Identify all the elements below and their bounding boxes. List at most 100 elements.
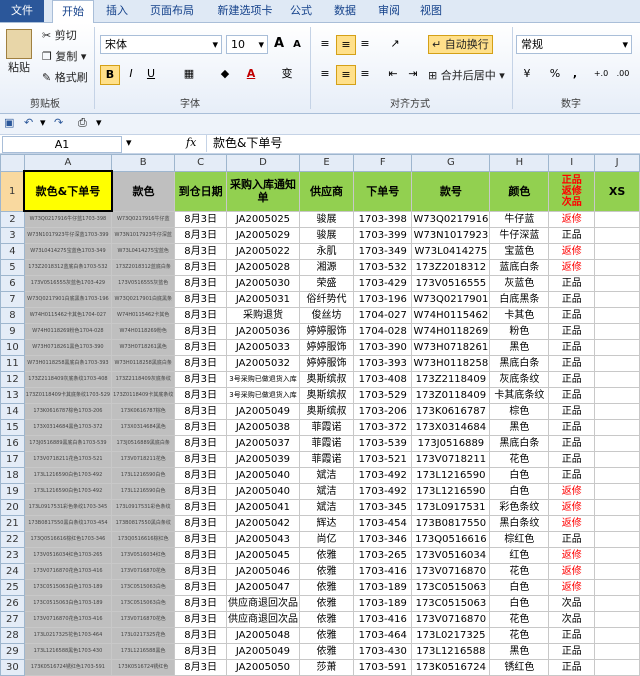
- header-cell-arrival-date[interactable]: 到仓日期: [174, 170, 227, 212]
- cell-style[interactable]: 173L1216590白色: [111, 467, 176, 484]
- cell-order-no[interactable]: 1703-416: [353, 563, 413, 580]
- cell-style-order[interactable]: 173Z2118409灰底条纹1703-408: [23, 371, 113, 388]
- cell-quality[interactable]: 正品: [548, 355, 596, 372]
- cell-supplier[interactable]: 骏展: [298, 227, 355, 244]
- cell-order-no[interactable]: 1703-492: [353, 467, 413, 484]
- cell-quality[interactable]: 正品: [548, 659, 596, 676]
- cell-item-no[interactable]: 173V0516555: [411, 275, 491, 292]
- cell-style[interactable]: W74H0115462卡其色: [111, 307, 176, 324]
- cell-supplier[interactable]: 菲霞诺: [298, 435, 355, 452]
- cell-style-order[interactable]: W74H0115462卡其色1704-027: [23, 307, 113, 324]
- cell-style-order[interactable]: W73H0118258黑底白条1703-393: [23, 355, 113, 372]
- cell-receipt-notice[interactable]: JA2005029: [225, 227, 300, 244]
- cell-style[interactable]: 173K0616787棕色: [111, 403, 176, 420]
- cell-item-no[interactable]: 173K0516724: [411, 659, 491, 676]
- cell-receipt-notice[interactable]: JA2005049: [225, 643, 300, 660]
- row-header[interactable]: 25: [0, 579, 25, 596]
- cell-style-order[interactable]: 173J0516889黑底白条1703-539: [23, 435, 113, 452]
- column-header[interactable]: D: [225, 154, 300, 172]
- cell-receipt-notice[interactable]: JA2005050: [225, 659, 300, 676]
- header-cell-style[interactable]: 款色: [111, 170, 176, 212]
- copy-button[interactable]: ❐ 复制 ▾: [42, 48, 86, 64]
- cell-style-order[interactable]: 173C0515063白色1703-189: [23, 579, 113, 596]
- cell-order-no[interactable]: 1703-372: [353, 419, 413, 436]
- row-header[interactable]: 19: [0, 483, 25, 500]
- customize-icon[interactable]: ▾: [96, 116, 102, 129]
- cell-quality[interactable]: 正品: [548, 387, 596, 404]
- cell-color[interactable]: 黑色: [489, 339, 550, 356]
- cell-style[interactable]: 173V0716870花色: [111, 563, 176, 580]
- cell-item-no[interactable]: 173B0817550: [411, 515, 491, 532]
- cell-supplier[interactable]: 俗纤势代: [298, 291, 355, 308]
- row-header[interactable]: 15: [0, 419, 25, 436]
- cell-order-no[interactable]: 1703-393: [353, 355, 413, 372]
- column-header[interactable]: G: [411, 154, 491, 172]
- cell-supplier[interactable]: 骏展: [298, 210, 355, 228]
- cell-color[interactable]: 彩色条纹: [489, 499, 550, 516]
- cell-receipt-notice[interactable]: 供应商退回次品: [225, 611, 300, 628]
- comma-button[interactable]: ,: [566, 65, 584, 83]
- row-header[interactable]: 28: [0, 627, 25, 644]
- cell-quality[interactable]: 返修: [548, 563, 596, 580]
- cell-color[interactable]: 花色: [489, 563, 550, 580]
- cell-receipt-notice[interactable]: JA2005038: [225, 419, 300, 436]
- cell-quality[interactable]: 正品: [548, 643, 596, 660]
- cell-order-no[interactable]: 1703-454: [353, 515, 413, 532]
- cell-order-no[interactable]: 1703-189: [353, 579, 413, 596]
- cell-color[interactable]: 黑色: [489, 419, 550, 436]
- cell-xs[interactable]: [594, 451, 640, 468]
- cell-order-no[interactable]: 1703-429: [353, 275, 413, 292]
- cell-order-no[interactable]: 1703-521: [353, 451, 413, 468]
- function-icon[interactable]: fx: [186, 136, 196, 149]
- cell-quality[interactable]: 返修: [548, 483, 596, 500]
- cell-supplier[interactable]: 依雅: [298, 547, 355, 564]
- row-header[interactable]: 17: [0, 451, 25, 468]
- tab-data[interactable]: 数据: [328, 0, 362, 22]
- cell-quality[interactable]: 正品: [548, 227, 596, 244]
- borders-icon[interactable]: ▦: [180, 65, 198, 83]
- print-preview-icon[interactable]: ⎙: [78, 116, 87, 130]
- cell-supplier[interactable]: 奥斯缤叔: [298, 371, 355, 388]
- cell-color[interactable]: 花色: [489, 627, 550, 644]
- cell-style[interactable]: 173C0515063白色: [111, 579, 176, 596]
- cell-supplier[interactable]: 依雅: [298, 611, 355, 628]
- cell-style[interactable]: 173J0516889黑底白条: [111, 435, 176, 452]
- tab-new[interactable]: 新建选项卡: [212, 0, 278, 22]
- row-header[interactable]: 14: [0, 403, 25, 420]
- cell-item-no[interactable]: 173V0718211: [411, 451, 491, 468]
- cell-arrival-date[interactable]: 8月3日: [174, 515, 227, 532]
- cell-xs[interactable]: [594, 419, 640, 436]
- cell-style-order[interactable]: 173L0917531彩色条纹1703-345: [23, 499, 113, 516]
- fill-color-icon[interactable]: ◆: [216, 65, 234, 83]
- cell-style-order[interactable]: W73L0414275宝蓝色1703-349: [23, 243, 113, 260]
- cell-xs[interactable]: [594, 499, 640, 516]
- cell-color[interactable]: 白色: [489, 579, 550, 596]
- column-header[interactable]: E: [298, 154, 355, 172]
- cell-xs[interactable]: [594, 227, 640, 244]
- cell-xs[interactable]: [594, 355, 640, 372]
- cell-arrival-date[interactable]: 8月3日: [174, 499, 227, 516]
- row-header[interactable]: 13: [0, 387, 25, 404]
- cell-quality[interactable]: 返修: [548, 515, 596, 532]
- cell-quality[interactable]: 次品: [548, 595, 596, 612]
- cell-style[interactable]: 173V0718211花色: [111, 451, 176, 468]
- cell-quality[interactable]: 正品: [548, 435, 596, 452]
- cell-arrival-date[interactable]: 8月3日: [174, 339, 227, 356]
- save-icon[interactable]: ▣: [4, 116, 14, 129]
- row-header[interactable]: 8: [0, 307, 25, 324]
- column-header[interactable]: H: [489, 154, 550, 172]
- cell-order-no[interactable]: 1703-345: [353, 499, 413, 516]
- cell-style-order[interactable]: 173B0817550黑白条纹1703-454: [23, 515, 113, 532]
- tab-review[interactable]: 审阅: [372, 0, 406, 22]
- cell-supplier[interactable]: 依雅: [298, 627, 355, 644]
- cell-receipt-notice[interactable]: JA2005028: [225, 259, 300, 276]
- cell-style[interactable]: 173L1216590白色: [111, 483, 176, 500]
- column-header[interactable]: F: [353, 154, 413, 172]
- row-header[interactable]: 7: [0, 291, 25, 308]
- cell-receipt-notice[interactable]: JA2005048: [225, 627, 300, 644]
- row-header[interactable]: 3: [0, 227, 25, 244]
- cell-style[interactable]: 173L0917531彩色条纹: [111, 499, 176, 516]
- cell-style-order[interactable]: 173V0716870花色1703-416: [23, 611, 113, 628]
- cell-color[interactable]: 红色: [489, 547, 550, 564]
- cell-quality[interactable]: 正品: [548, 339, 596, 356]
